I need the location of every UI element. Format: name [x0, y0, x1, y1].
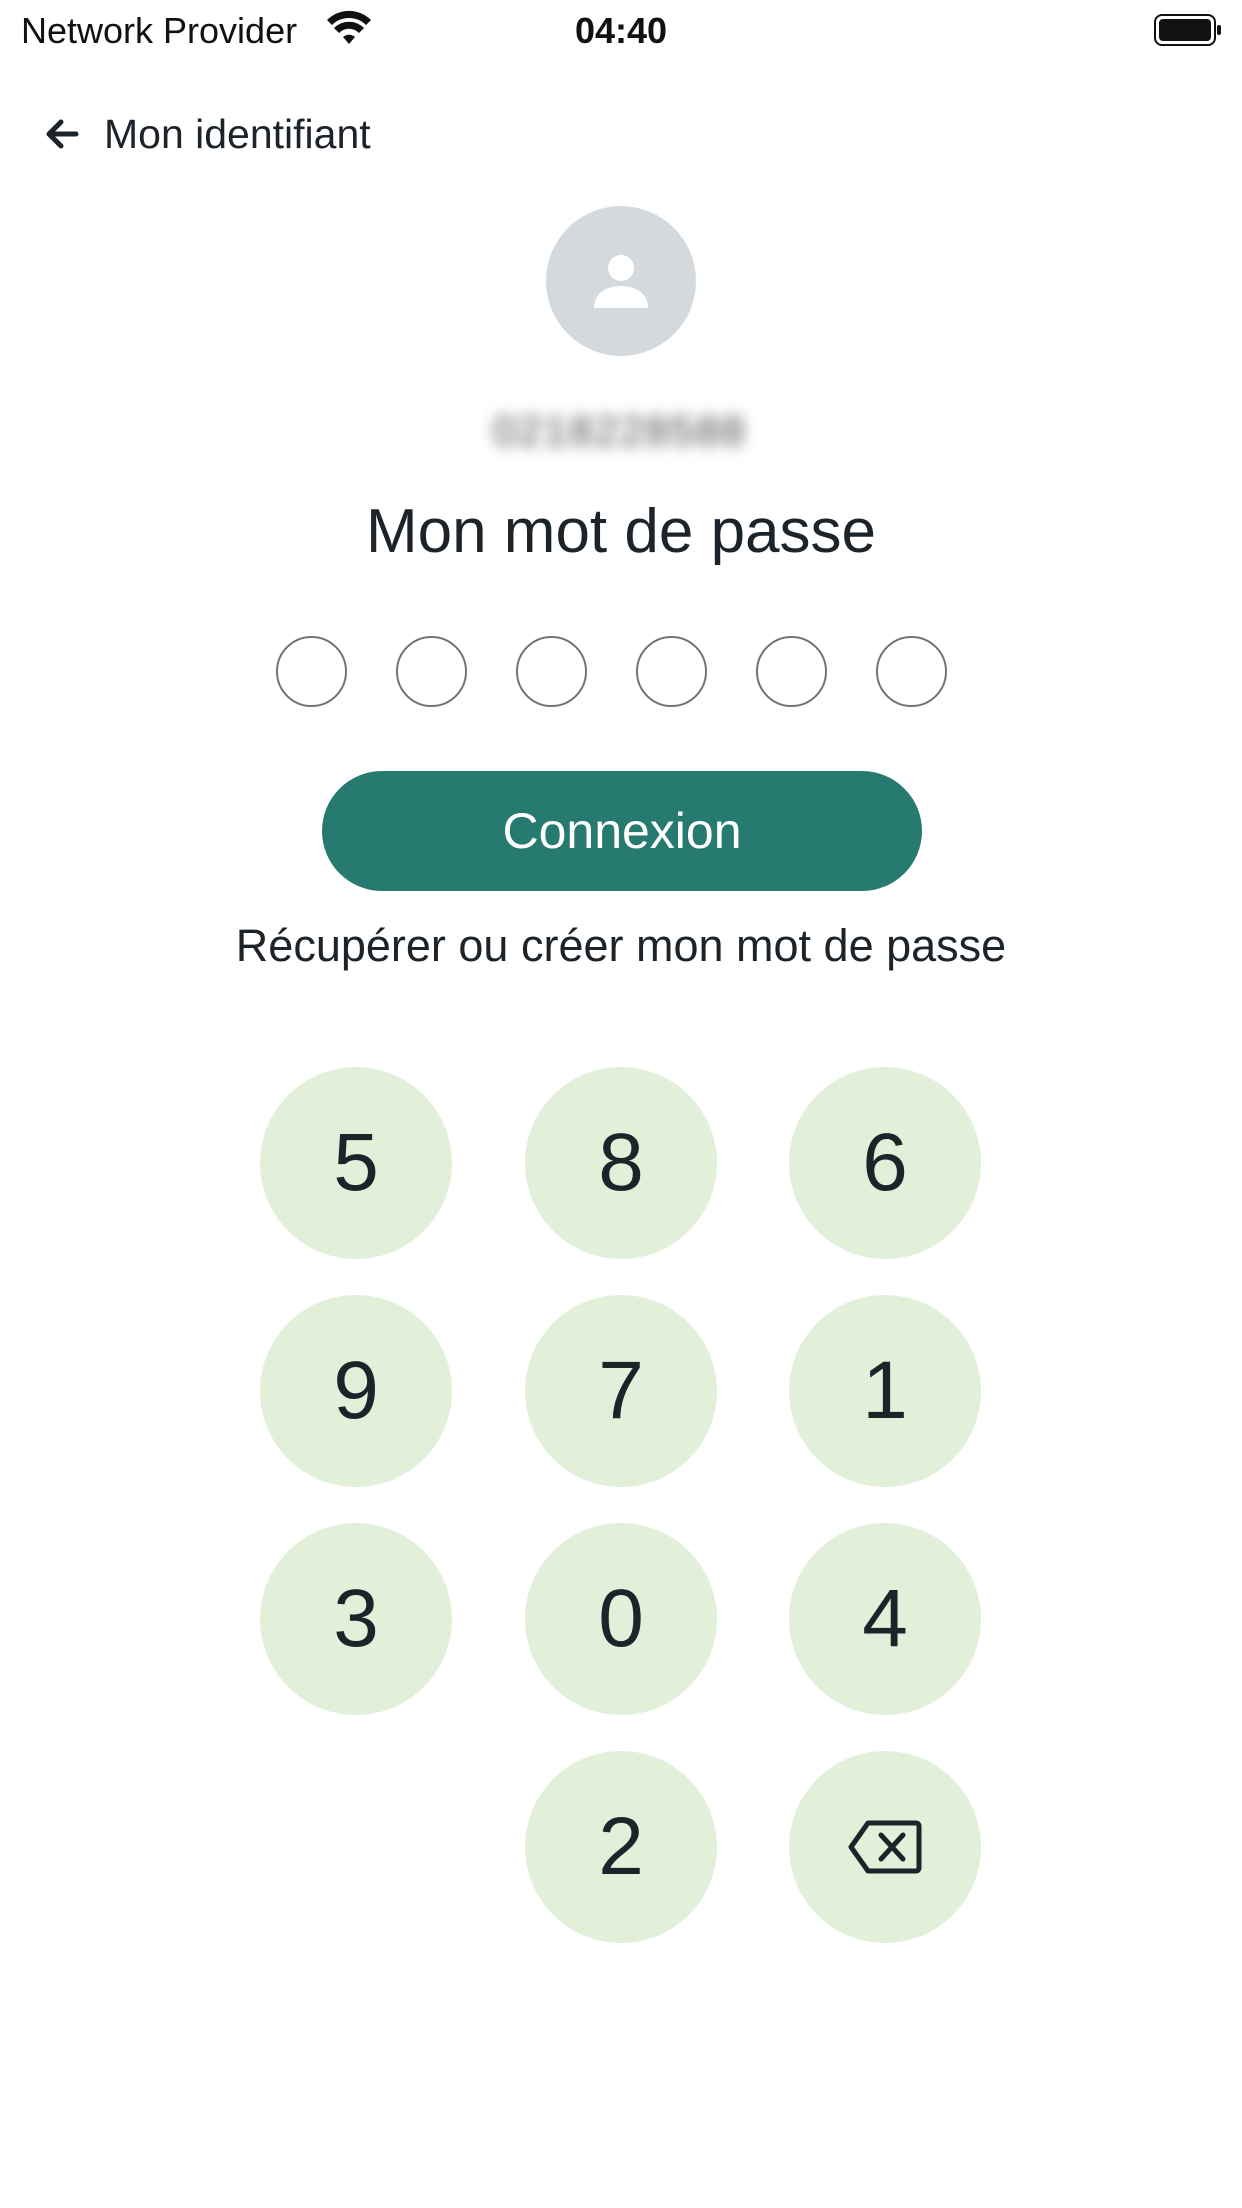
- arrow-left-icon: [46, 119, 79, 149]
- keypad-key[interactable]: 7: [525, 1295, 717, 1487]
- status-bar: Network Provider 04:40: [0, 0, 1242, 62]
- connect-button[interactable]: Connexion: [322, 771, 922, 891]
- keypad-key[interactable]: 2: [525, 1751, 717, 1943]
- keypad-key[interactable]: 9: [260, 1295, 452, 1487]
- pin-dot: [876, 636, 947, 707]
- keypad-key[interactable]: 1: [789, 1295, 981, 1487]
- delete-key[interactable]: [789, 1751, 981, 1943]
- avatar: [546, 206, 696, 356]
- pin-dot: [276, 636, 347, 707]
- backspace-icon: [848, 1820, 922, 1874]
- clock: 04:40: [574, 10, 668, 51]
- page-title: Mon mot de passe: [365, 497, 877, 566]
- login-screen: Network Provider 04:40 Mon identifiant 0…: [0, 0, 1242, 2208]
- pin-dot: [516, 636, 587, 707]
- keypad-key[interactable]: 0: [525, 1523, 717, 1715]
- battery-icon: [1154, 14, 1221, 46]
- back-label: Mon identifiant: [104, 110, 371, 157]
- keypad-key[interactable]: 6: [789, 1067, 981, 1259]
- keypad-key[interactable]: 5: [260, 1067, 452, 1259]
- pin-dot: [756, 636, 827, 707]
- pin-dot: [636, 636, 707, 707]
- pin-indicator: [276, 636, 947, 707]
- recover-password-link[interactable]: Récupérer ou créer mon mot de passe: [0, 920, 1242, 972]
- user-identifier: 0218228588: [420, 366, 820, 496]
- pin-dot: [396, 636, 467, 707]
- back-button[interactable]: Mon identifiant: [42, 104, 371, 164]
- identifier-text: 0218228588: [493, 407, 747, 454]
- keypad-key[interactable]: 8: [525, 1067, 717, 1259]
- person-icon: [594, 255, 648, 308]
- keypad-key[interactable]: 4: [789, 1523, 981, 1715]
- keypad-key[interactable]: 3: [260, 1523, 452, 1715]
